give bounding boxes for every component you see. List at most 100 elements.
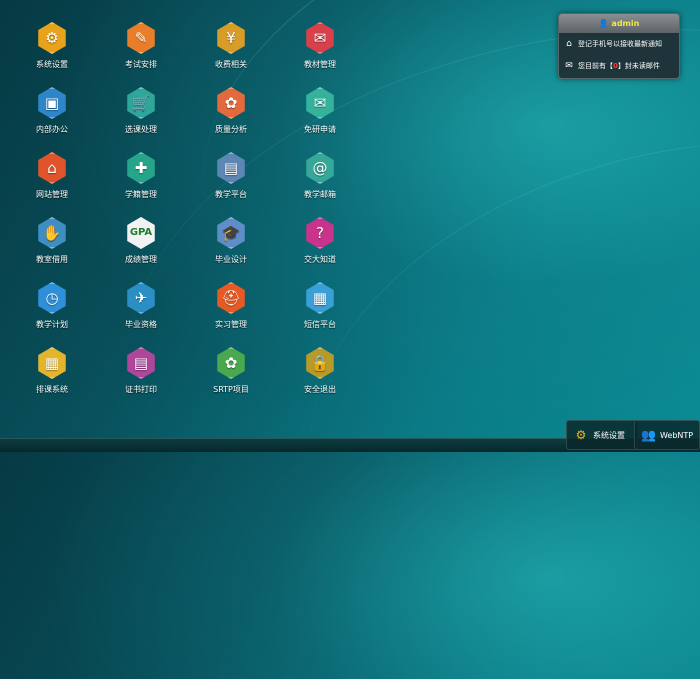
app-icon-glyph: ▣ [44,93,60,112]
desktop-icon-label: 考试安排 [125,60,157,69]
desktop-icon-label: 短信平台 [304,320,336,329]
app-icon: ▤ [127,347,155,379]
desktop-icon[interactable]: ¥ 收费相关 [196,22,266,80]
desktop-icon[interactable]: ✈ 毕业资格 [106,282,176,340]
app-icon: 🔒 [306,347,334,379]
app-icon: ◷ [38,282,66,314]
desktop-icon[interactable]: ▤ 教学平台 [196,152,266,210]
desktop-icon[interactable]: 🛒 选课处理 [106,87,176,145]
app-icon: ✉ [306,87,334,119]
app-icon: ⚙ [38,22,66,54]
desktop-icon[interactable]: @ 教学邮箱 [285,152,355,210]
app-icon: ✈ [127,282,155,314]
app-icon: ✋ [38,217,66,249]
mail-icon: ✉ [565,61,573,71]
app-icon: ▦ [306,282,334,314]
mail-prefix: 您目前有【 [578,62,613,70]
desktop-icon-label: 收费相关 [215,60,247,69]
app-icon-glyph: ⛑ [221,288,241,307]
desktop-icon-label: 教室借用 [36,255,68,264]
username: admin [611,19,640,28]
desktop-icon-label: 教学平台 [215,190,247,199]
app-icon: ▦ [38,347,66,379]
desktop-icon[interactable]: ✉ 免研申请 [285,87,355,145]
desktop-icon[interactable]: ▣ 内部办公 [17,87,87,145]
desktop-icon[interactable]: ? 交大知道 [285,217,355,275]
app-icon-glyph: ? [316,223,324,242]
app-icon-glyph: ✎ [134,28,148,47]
desktop-icon-label: 安全退出 [304,385,336,394]
desktop-icon[interactable]: ▦ 短信平台 [285,282,355,340]
desktop-icon-label: 免研申请 [304,125,336,134]
app-icon-glyph: ◷ [45,288,59,307]
desktop-icon[interactable]: ✚ 学籍管理 [106,152,176,210]
app-icon: ⛑ [217,282,245,314]
desktop-icon-label: 交大知道 [304,255,336,264]
app-icon-glyph: ✈ [134,288,148,307]
app-icon-glyph: ✉ [313,93,327,112]
desktop-icon-label: 选课处理 [125,125,157,134]
app-icon-glyph: 🛒 [131,93,151,112]
app-icon-glyph: ¥ [226,28,236,47]
desktop-icon[interactable]: ◷ 教学计划 [17,282,87,340]
desktop-icon[interactable]: 🎓 毕业设计 [196,217,266,275]
desktop-icon[interactable]: GPA 成绩管理 [106,217,176,275]
desktop-icon-label: 排课系统 [36,385,68,394]
desktop-icon[interactable]: ▤ 证书打印 [106,347,176,405]
mail-suffix: 】封未读邮件 [617,62,660,70]
desktop-icon[interactable]: ✿ 质量分析 [196,87,266,145]
app-icon: ▣ [38,87,66,119]
register-phone-text: 登记手机号以接收最新通知 [578,40,662,48]
app-icon: GPA [127,217,155,249]
desktop-icon-label: 内部办公 [36,125,68,134]
desktop-icon-label: 教材管理 [304,60,336,69]
user-icon: 👤 [598,19,612,28]
app-icon-glyph: @ [312,158,328,177]
app-icon: ? [306,217,334,249]
users-icon: 👥 [641,428,656,442]
desktop-icon[interactable]: ✿ SRTP项目 [196,347,266,405]
app-icon: @ [306,152,334,184]
desktop-icon-label: 教学邮箱 [304,190,336,199]
register-phone-link[interactable]: ⌂ 登记手机号以接收最新通知 [559,33,679,55]
app-icon: ✿ [217,347,245,379]
desktop-icon[interactable]: ⛑ 实习管理 [196,282,266,340]
taskbar-settings-label: 系统设置 [593,430,625,440]
taskbar-webntp-label: WebNTP [659,430,694,440]
app-icon: 🛒 [127,87,155,119]
desktop-icon-label: 毕业设计 [215,255,247,264]
app-icon: ✎ [127,22,155,54]
desktop-icon-label: 质量分析 [215,125,247,134]
desktop-icon-label: 毕业资格 [125,320,157,329]
desktop-icon[interactable]: ✉ 教材管理 [285,22,355,80]
desktop-icon[interactable]: ✎ 考试安排 [106,22,176,80]
desktop-icon-label: 网站管理 [36,190,68,199]
unread-mail-link[interactable]: ✉ 您目前有【 0 】封未读邮件 [559,55,679,77]
app-icon-glyph: ✿ [224,353,238,372]
app-icon-glyph: ✚ [134,158,148,177]
app-icon-glyph: ▤ [133,353,149,372]
app-icon: ¥ [217,22,245,54]
desktop-icon-label: 教学计划 [36,320,68,329]
user-panel: 👤 admin ⌂ 登记手机号以接收最新通知 ✉ 您目前有【 0 】封未读邮件 [558,13,680,79]
app-icon-glyph: ▦ [312,288,328,307]
desktop-icon[interactable]: ▦ 排课系统 [17,347,87,405]
desktop-icon-label: 实习管理 [215,320,247,329]
desktop-icon[interactable]: ✋ 教室借用 [17,217,87,275]
app-icon-glyph: ✿ [224,93,238,112]
settings-icon: ⚙ [575,428,587,442]
app-icon-glyph: ▦ [44,353,60,372]
desktop-icon[interactable]: ⌂ 网站管理 [17,152,87,210]
taskbar-webntp-button[interactable]: 👥 WebNTP [634,420,700,450]
app-icon: 🎓 [217,217,245,249]
desktop-icon-label: 系统设置 [36,60,68,69]
desktop-icon[interactable]: 🔒 安全退出 [285,347,355,405]
app-icon: ⌂ [38,152,66,184]
home-icon: ⌂ [566,39,572,49]
desktop-icon[interactable]: ⚙ 系统设置 [17,22,87,80]
taskbar-settings-button[interactable]: ⚙ 系统设置 [566,420,638,450]
desktop-icon-label: SRTP项目 [213,385,249,394]
app-icon: ▤ [217,152,245,184]
desktop-icon-label: 成绩管理 [125,255,157,264]
app-icon-glyph: GPA [129,227,153,238]
